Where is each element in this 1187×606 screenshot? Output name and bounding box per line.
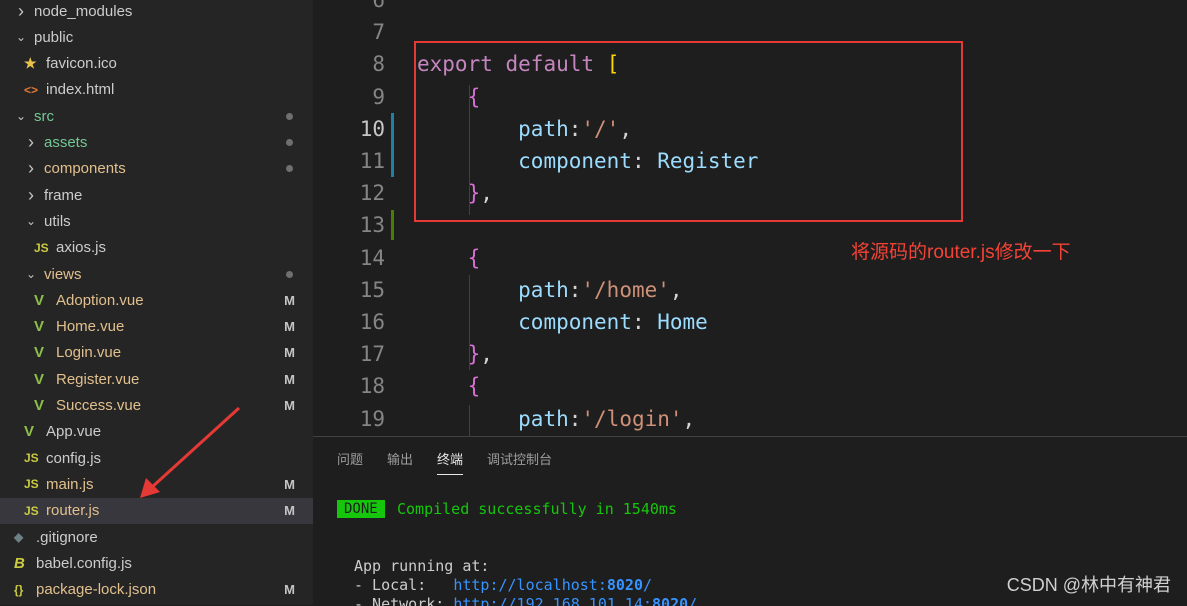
network-url-prefix: http://192.168.101.14:: [453, 595, 653, 606]
line-number: 14: [359, 245, 385, 270]
code-token: component: [518, 310, 632, 334]
line-number: 11: [359, 149, 385, 173]
local-url-prefix: http://localhost:: [453, 576, 607, 594]
line-number: 18: [359, 374, 385, 399]
code-token: ,: [669, 277, 683, 302]
code-token: Home: [657, 310, 708, 334]
line-number: 15: [359, 277, 385, 302]
code-token: {: [467, 245, 481, 270]
arrow-shaft: [149, 406, 241, 490]
panel-tab[interactable]: 调试控制台: [487, 449, 552, 475]
panel-tab[interactable]: 输出: [387, 449, 413, 475]
panel-tabs: 问题 输出 终端 调试控制台: [337, 449, 552, 475]
done-badge: DONE: [337, 500, 385, 518]
line-number: 13: [359, 213, 385, 238]
code-token: ,: [480, 342, 493, 367]
line-number: 10: [359, 116, 385, 141]
network-url-suffix: /: [688, 595, 698, 606]
code-token: path: [518, 277, 569, 302]
code-token: :: [631, 310, 658, 334]
line-number: 9: [372, 84, 385, 109]
git-gutter-marker: [391, 145, 394, 177]
compiled-message: Compiled successfully in 1540ms: [397, 500, 677, 518]
annotation-text: 将源码的router.js修改一下: [851, 242, 1071, 263]
local-url[interactable]: http://localhost:8020/: [453, 576, 652, 594]
code-line[interactable]: {: [417, 242, 481, 274]
network-port: 8020: [652, 595, 689, 606]
network-line: - Network: http://192.168.101.14:8020/: [354, 595, 697, 606]
line-number: 17: [359, 342, 385, 367]
running-message: App running at:: [354, 557, 490, 575]
network-url[interactable]: http://192.168.101.14:8020/: [453, 595, 697, 606]
panel-tab[interactable]: 问题: [337, 449, 363, 475]
code-token: ,: [682, 406, 696, 431]
watermark: CSDN @林中有神君: [1006, 575, 1171, 595]
line-number: 8: [372, 52, 385, 77]
code-line[interactable]: path:'/login',: [417, 403, 695, 435]
code-line[interactable]: },: [417, 338, 493, 370]
local-label: - Local:: [354, 576, 454, 594]
code-token: '/login': [581, 406, 683, 431]
network-label: - Network:: [354, 595, 454, 606]
code-line[interactable]: path:'/home',: [417, 274, 683, 306]
code-token: :: [568, 277, 582, 302]
code-editor[interactable]: 6 7 8 export default [9 {10 path:'/', 11 com…: [313, 0, 1187, 436]
line-number: 19: [359, 406, 385, 431]
line-number: 12: [359, 181, 385, 206]
local-url-suffix: /: [643, 576, 653, 594]
git-gutter-marker: [391, 210, 394, 240]
panel-tab[interactable]: 终端: [437, 449, 464, 475]
line-number: 6: [372, 0, 385, 12]
code-token: path: [518, 406, 569, 431]
line-number: 16: [359, 310, 385, 334]
indent-guide: [469, 275, 470, 370]
code-line[interactable]: component: Home: [417, 306, 708, 338]
highlight-box: [414, 41, 963, 222]
line-number: 7: [372, 20, 385, 45]
code-line[interactable]: {: [417, 370, 481, 402]
git-gutter-marker: [391, 113, 394, 145]
code-token: {: [467, 374, 481, 399]
local-port: 8020: [606, 576, 643, 594]
indent-guide: [469, 405, 470, 436]
red-arrow-annotation: [140, 406, 241, 498]
code-token: :: [568, 406, 582, 431]
code-token: '/home': [581, 277, 670, 302]
local-line: - Local: http://localhost:8020/: [354, 576, 652, 594]
